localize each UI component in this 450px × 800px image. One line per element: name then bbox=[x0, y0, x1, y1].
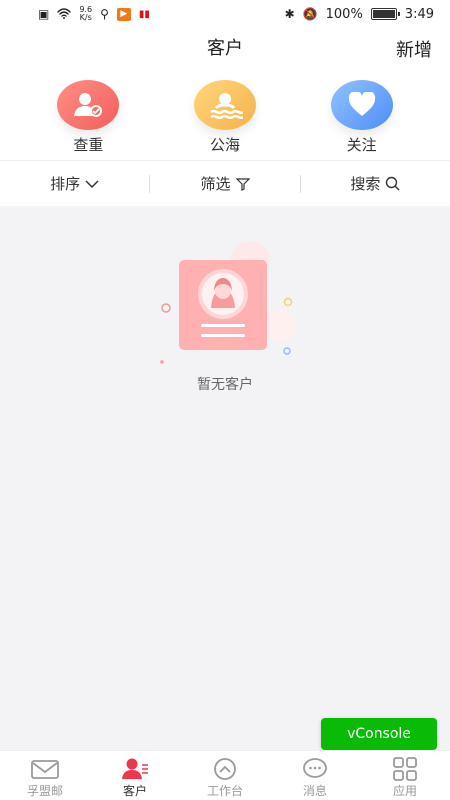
tab-message-label: 消息 bbox=[302, 784, 327, 798]
battery-percent: 100% bbox=[325, 6, 363, 22]
funnel-icon bbox=[235, 177, 250, 191]
user-check-icon bbox=[57, 80, 120, 130]
bottom-tab-bar: 孚盟邮 客户 工作台 消息 应用 bbox=[0, 750, 450, 800]
filter-label: 筛选 bbox=[200, 175, 231, 193]
quick-actions: 查重 公海 关注 bbox=[0, 66, 450, 160]
sort-label: 排序 bbox=[50, 175, 81, 193]
tab-mail[interactable]: 孚盟邮 bbox=[0, 751, 90, 800]
public-sea-button[interactable]: 公海 bbox=[180, 66, 270, 160]
tab-customer-label: 客户 bbox=[122, 784, 147, 798]
network-speed: 9.6 K/s bbox=[79, 6, 92, 22]
filter-button[interactable]: 筛选 bbox=[150, 173, 299, 194]
tab-apps[interactable]: 应用 bbox=[360, 751, 450, 800]
tab-workbench[interactable]: 工作台 bbox=[180, 751, 270, 800]
wifi-icon bbox=[57, 7, 72, 21]
battery-icon bbox=[370, 8, 400, 20]
sort-button[interactable]: 排序 bbox=[0, 173, 149, 194]
empty-customer-card-icon bbox=[160, 241, 296, 364]
sea-person-icon bbox=[193, 80, 256, 130]
search-label: 搜索 bbox=[350, 175, 381, 193]
usb-icon: ⚲ bbox=[100, 7, 109, 21]
duplicate-check-button[interactable]: 查重 bbox=[43, 66, 133, 160]
mail-icon bbox=[31, 760, 59, 779]
search-button[interactable]: 搜索 bbox=[301, 173, 450, 194]
apps-icon bbox=[393, 757, 417, 781]
heart-icon bbox=[330, 80, 393, 130]
tab-workbench-label: 工作台 bbox=[206, 784, 243, 798]
new-customer-button[interactable]: 新增 bbox=[396, 36, 432, 62]
tab-apps-label: 应用 bbox=[392, 784, 417, 798]
bluetooth-icon: ✱ bbox=[284, 7, 295, 21]
vconsole-button[interactable]: vConsole bbox=[321, 718, 437, 750]
status-left: ▣ 9.6 K/s ⚲ ▶ ▮▮ bbox=[38, 6, 150, 22]
filter-bar: 排序 筛选 搜索 bbox=[0, 160, 450, 206]
speed-unit: K/s bbox=[79, 13, 92, 22]
duplicate-check-label: 查重 bbox=[73, 136, 104, 154]
app-notification-icon: ▮▮ bbox=[138, 8, 150, 20]
tab-mail-label: 孚盟邮 bbox=[26, 784, 63, 798]
public-sea-label: 公海 bbox=[209, 136, 240, 154]
app-header: 客户 新增 bbox=[0, 28, 450, 66]
clock: 3:49 bbox=[404, 6, 434, 22]
status-right: ✱ 🔕 100% 3:49 bbox=[285, 7, 434, 22]
empty-state-text: 暂无客户 bbox=[197, 377, 253, 393]
tab-message[interactable]: 消息 bbox=[270, 751, 360, 800]
search-icon bbox=[386, 176, 400, 191]
workbench-icon bbox=[214, 758, 236, 780]
follow-label: 关注 bbox=[346, 136, 377, 154]
video-app-icon: ▶ bbox=[116, 7, 131, 21]
message-icon bbox=[303, 758, 327, 778]
tab-customer[interactable]: 客户 bbox=[90, 751, 180, 800]
customer-list-area: 暂无客户 bbox=[0, 206, 450, 750]
page-title: 客户 bbox=[207, 38, 243, 59]
chevron-down-icon bbox=[85, 179, 99, 188]
sim-icon: ▣ bbox=[38, 7, 50, 21]
battery-fill bbox=[372, 10, 395, 18]
status-bar: ▣ 9.6 K/s ⚲ ▶ ▮▮ ✱ 🔕 100% 3:49 bbox=[0, 0, 450, 28]
customer-icon bbox=[122, 758, 148, 779]
mute-icon: 🔕 bbox=[302, 7, 318, 21]
follow-button[interactable]: 关注 bbox=[317, 66, 407, 160]
